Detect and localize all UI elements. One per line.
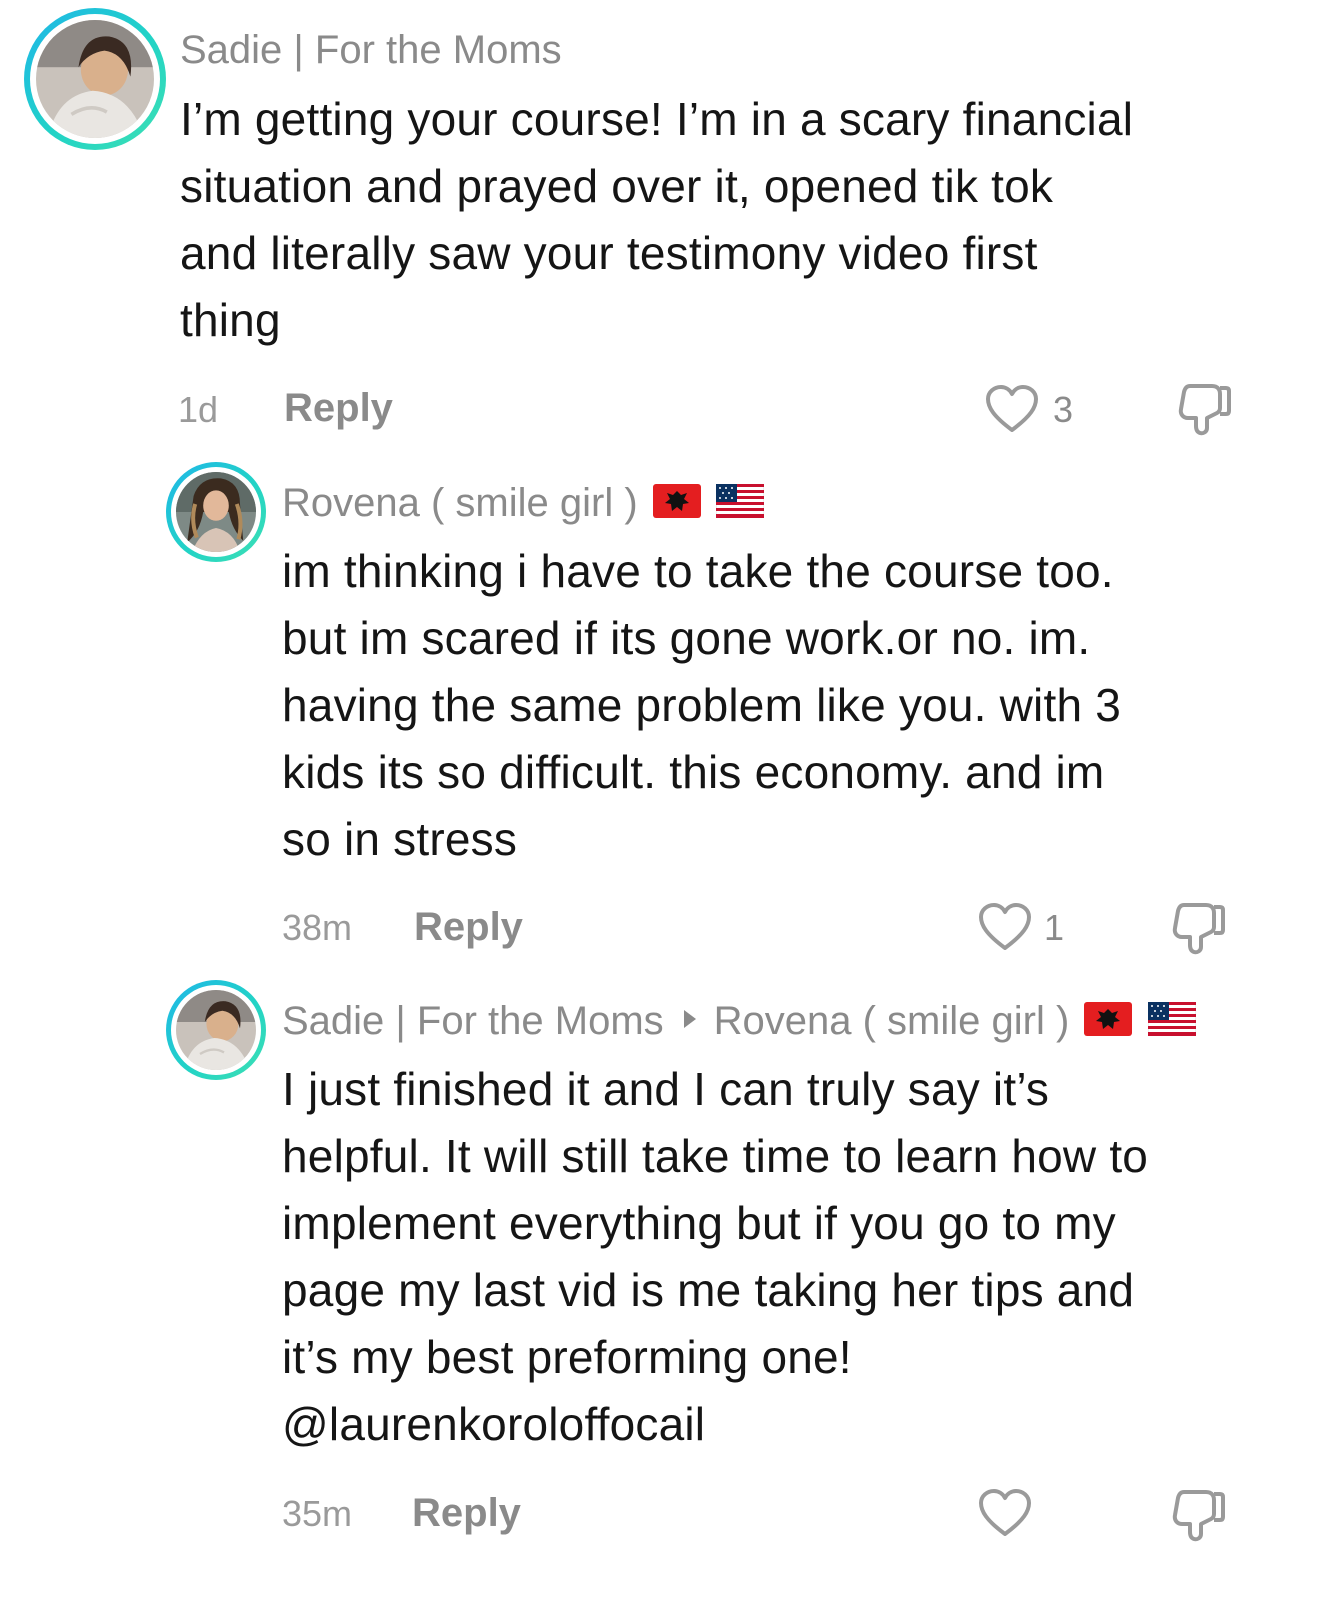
comment-line: im thinking i have to take the course to… bbox=[282, 545, 1114, 597]
comment-line: and literally saw your testimony video f… bbox=[180, 227, 1038, 279]
username-text[interactable]: Sadie | For the Moms bbox=[282, 999, 664, 1043]
dislike-button[interactable] bbox=[1174, 380, 1232, 438]
thumbs-down-icon bbox=[1172, 1490, 1225, 1542]
username-text[interactable]: Rovena ( smile girl ) bbox=[282, 481, 638, 525]
comment-line: thing bbox=[180, 294, 281, 346]
username-text[interactable]: Sadie | For the Moms bbox=[180, 28, 562, 72]
comment-line: I just finished it and I can truly say i… bbox=[282, 1063, 1050, 1115]
heart-outline-icon bbox=[979, 903, 1031, 950]
reply-to-username[interactable]: Rovena ( smile girl ) bbox=[714, 999, 1070, 1043]
heart-outline-icon bbox=[986, 385, 1038, 432]
like-button[interactable] bbox=[978, 1488, 1038, 1544]
like-button[interactable]: 3 bbox=[985, 384, 1085, 440]
avatar[interactable] bbox=[166, 980, 266, 1080]
comment-line: implement everything but if you go to my bbox=[282, 1197, 1116, 1249]
comment-line: situation and prayed over it, opened tik… bbox=[180, 160, 1054, 212]
comment-line: it’s my best preforming one! bbox=[282, 1331, 852, 1383]
comment-username[interactable]: Sadie | For the Moms Rovena ( smile girl … bbox=[282, 997, 1196, 1045]
comment-1: Sadie | For the Moms I’m getting your co… bbox=[0, 0, 1320, 450]
like-count: 3 bbox=[1053, 389, 1074, 430]
comment-username[interactable]: Rovena ( smile girl ) bbox=[282, 479, 764, 527]
comment-line: so in stress bbox=[282, 813, 518, 865]
comment-line: having the same problem like you. with 3 bbox=[282, 679, 1121, 731]
reply-arrow-icon bbox=[683, 1010, 696, 1028]
heart-outline-icon bbox=[979, 1489, 1031, 1536]
avatar[interactable] bbox=[166, 462, 266, 562]
like-button[interactable]: 1 bbox=[978, 902, 1078, 958]
comment-line: I’m getting your course! I’m in a scary … bbox=[180, 93, 1134, 145]
comment-timestamp: 1d bbox=[178, 389, 219, 430]
mention-link[interactable]: @laurenkoroloffocail bbox=[282, 1391, 1148, 1458]
comment-line: helpful. It will still take time to lear… bbox=[282, 1130, 1149, 1182]
albania-flag-icon bbox=[1084, 1002, 1133, 1036]
comment-line: but im scared if its gone work.or no. im… bbox=[282, 612, 1091, 664]
dislike-button[interactable] bbox=[1168, 899, 1226, 957]
usa-flag-icon bbox=[715, 484, 764, 518]
avatar[interactable] bbox=[24, 8, 166, 150]
comment-line: page my last vid is me taking her tips a… bbox=[282, 1264, 1135, 1316]
comment-text: I just finished it and I can truly say i… bbox=[282, 1056, 1148, 1458]
comment-text: I’m getting your course! I’m in a scary … bbox=[180, 86, 1133, 354]
usa-flag-icon bbox=[1147, 1002, 1196, 1036]
comment-line: kids its so difficult. this economy. and… bbox=[282, 746, 1105, 798]
thumbs-down-icon bbox=[1172, 903, 1225, 955]
albania-flag-icon bbox=[652, 484, 701, 518]
reply-button[interactable]: Reply bbox=[284, 384, 393, 432]
reply-button[interactable]: Reply bbox=[412, 1489, 521, 1537]
reply-button[interactable]: Reply bbox=[414, 903, 523, 951]
dislike-button[interactable] bbox=[1168, 1486, 1226, 1544]
comment-username[interactable]: Sadie | For the Moms bbox=[180, 26, 562, 74]
like-count: 1 bbox=[1044, 907, 1065, 948]
thumbs-down-icon bbox=[1178, 384, 1231, 436]
comment-timestamp: 35m bbox=[282, 1493, 353, 1534]
comment-timestamp: 38m bbox=[282, 907, 353, 948]
comment-text: im thinking i have to take the course to… bbox=[282, 538, 1121, 873]
